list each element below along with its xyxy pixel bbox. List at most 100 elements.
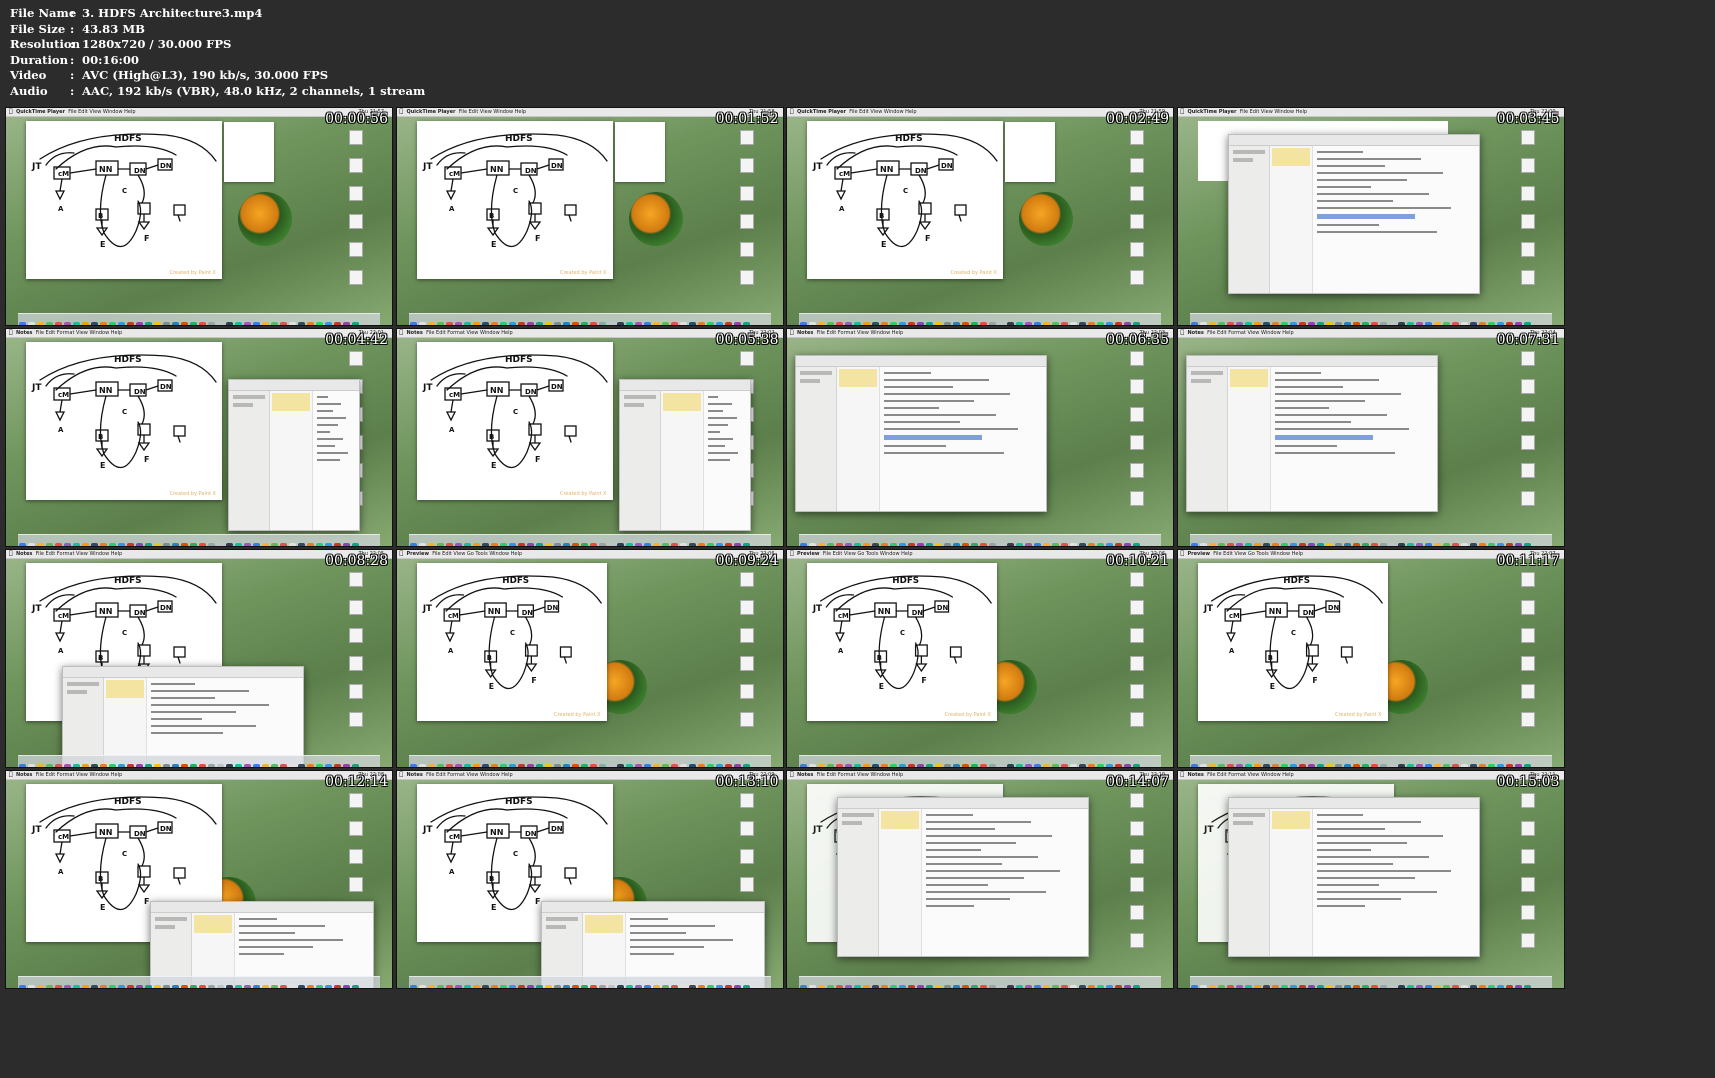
dock-app-icon[interactable]	[1190, 764, 1198, 767]
dock-app-icon[interactable]	[127, 985, 134, 988]
dock-app-icon[interactable]	[1235, 985, 1243, 988]
dock-app-icon[interactable]	[1442, 985, 1450, 988]
note-body[interactable]	[926, 814, 1082, 912]
dock-app-icon[interactable]	[1442, 322, 1450, 325]
dock-app-icon[interactable]	[1415, 985, 1423, 988]
dock-app-icon[interactable]	[1034, 985, 1041, 988]
dock-app-icon[interactable]	[971, 985, 978, 988]
dock-app-icon[interactable]	[1070, 985, 1077, 988]
dock-app-icon[interactable]	[1070, 764, 1077, 767]
dock-app-icon[interactable]	[352, 764, 359, 767]
dock-app-icon[interactable]	[199, 543, 206, 546]
dock-app-icon[interactable]	[1262, 322, 1270, 325]
dock-app-icon[interactable]	[307, 764, 314, 767]
dock-app-icon[interactable]	[64, 764, 71, 767]
dock-app-icon[interactable]	[998, 764, 1005, 767]
notes-window[interactable]	[795, 355, 1047, 512]
dock-app-icon[interactable]	[1097, 985, 1104, 988]
dock-app-icon[interactable]	[1379, 985, 1387, 988]
dock-app-icon[interactable]	[226, 985, 233, 988]
dock-app-icon[interactable]	[1199, 322, 1207, 325]
dock-app-icon[interactable]	[316, 322, 323, 325]
dock-app-icon[interactable]	[418, 764, 426, 767]
dock-app-icon[interactable]	[1088, 764, 1095, 767]
dock-app-icon[interactable]	[163, 543, 170, 546]
dock-app-icon[interactable]	[472, 322, 480, 325]
dock-app-icon[interactable]	[1034, 764, 1041, 767]
dock-app-icon[interactable]	[481, 764, 489, 767]
dock-app-icon[interactable]	[1280, 985, 1288, 988]
dock-app-icon[interactable]	[454, 764, 462, 767]
dock-app-icon[interactable]	[64, 543, 71, 546]
dock-app-icon[interactable]	[836, 985, 843, 988]
dock-app-icon[interactable]	[809, 985, 816, 988]
dock-app-icon[interactable]	[1343, 985, 1351, 988]
dock-app-icon[interactable]	[262, 322, 269, 325]
dock-app-icon[interactable]	[571, 543, 579, 546]
dock-app-icon[interactable]	[1361, 322, 1369, 325]
dock-app-icon[interactable]	[917, 985, 924, 988]
apple-icon[interactable]: 	[1181, 771, 1185, 779]
dock-app-icon[interactable]	[670, 322, 678, 325]
dock-app-icon[interactable]	[899, 322, 906, 325]
dock-app-icon[interactable]	[679, 985, 687, 988]
dock-app-icon[interactable]	[190, 543, 197, 546]
paint-canvas[interactable]: HDFS JT cM NN DN DN A C B E F Created by…	[807, 121, 1003, 279]
dock-app-icon[interactable]	[935, 543, 942, 546]
dock-app-icon[interactable]	[1469, 985, 1477, 988]
dock-app-icon[interactable]	[616, 322, 624, 325]
dock-app-icon[interactable]	[971, 543, 978, 546]
dock-app-icon[interactable]	[926, 764, 933, 767]
dock-app-icon[interactable]	[55, 543, 62, 546]
dock-app-icon[interactable]	[445, 543, 453, 546]
dock-app-icon[interactable]	[82, 543, 89, 546]
dock-app-icon[interactable]	[1406, 543, 1414, 546]
dock-app-icon[interactable]	[908, 985, 915, 988]
dock-app-icon[interactable]	[742, 764, 750, 767]
dock-app-icon[interactable]	[1379, 543, 1387, 546]
dock-app-icon[interactable]	[1061, 543, 1068, 546]
dock-app-icon[interactable]	[262, 543, 269, 546]
dock-app-icon[interactable]	[634, 764, 642, 767]
dock-app-icon[interactable]	[1451, 543, 1459, 546]
text-document[interactable]	[614, 122, 665, 182]
dock-app-icon[interactable]	[190, 985, 197, 988]
dock-app-icon[interactable]	[154, 543, 161, 546]
dock-app-icon[interactable]	[325, 985, 332, 988]
menubar-app-menus[interactable]: Preview File Edit View Go Tools Window H…	[407, 550, 523, 558]
dock-app-icon[interactable]	[1079, 543, 1086, 546]
dock-app-icon[interactable]	[1424, 543, 1432, 546]
dock-app-icon[interactable]	[154, 322, 161, 325]
dock-app-icon[interactable]	[652, 985, 660, 988]
dock-app-icon[interactable]	[91, 543, 98, 546]
dock-app-icon[interactable]	[881, 764, 888, 767]
dock-app-icon[interactable]	[190, 322, 197, 325]
dock-app-icon[interactable]	[1478, 322, 1486, 325]
dock-app-icon[interactable]	[1088, 322, 1095, 325]
dock-app-icon[interactable]	[181, 322, 188, 325]
dock-app-icon[interactable]	[1052, 764, 1059, 767]
dock-app-icon[interactable]	[1106, 764, 1113, 767]
menubar-app-menus[interactable]: Notes File Edit Format View Window Help	[1188, 771, 1294, 779]
dock[interactable]	[408, 534, 771, 546]
dock-app-icon[interactable]	[1352, 985, 1360, 988]
dock[interactable]	[799, 534, 1161, 546]
dock-app-icon[interactable]	[19, 764, 26, 767]
dock-app-icon[interactable]	[136, 322, 143, 325]
paint-canvas[interactable]: HDFS JT cM NN DN DN A C B E F Created by…	[1197, 563, 1388, 721]
dock-app-icon[interactable]	[1199, 764, 1207, 767]
dock-app-icon[interactable]	[1460, 764, 1468, 767]
dock-app-icon[interactable]	[1406, 764, 1414, 767]
dock-app-icon[interactable]	[1343, 543, 1351, 546]
note-body[interactable]	[1274, 372, 1431, 459]
notes-toolbar[interactable]	[541, 902, 764, 913]
dock-app-icon[interactable]	[589, 543, 597, 546]
dock-app-icon[interactable]	[971, 322, 978, 325]
dock-app-icon[interactable]	[944, 764, 951, 767]
dock-app-icon[interactable]	[854, 322, 861, 325]
dock-app-icon[interactable]	[827, 322, 834, 325]
dock-app-icon[interactable]	[280, 764, 287, 767]
dock-app-icon[interactable]	[715, 764, 723, 767]
dock-app-icon[interactable]	[481, 543, 489, 546]
dock-app-icon[interactable]	[1097, 543, 1104, 546]
